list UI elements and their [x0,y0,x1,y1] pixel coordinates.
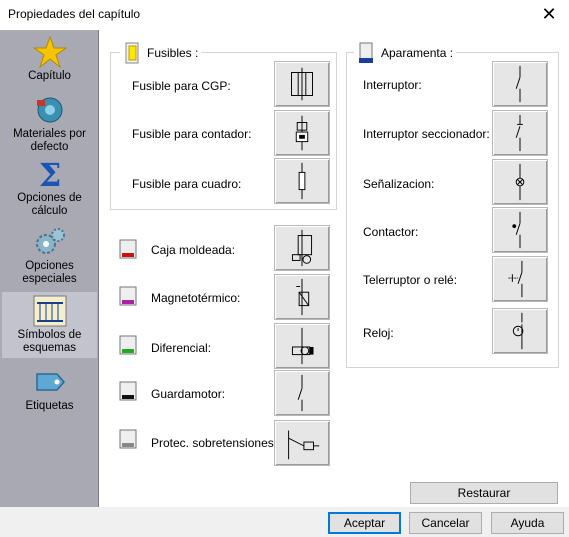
fusible-cgp-label: Fusible para CGP: [132,79,231,93]
title-bar: Propiedades del capítulo ✕ [0,0,569,30]
fusible-cgp-symbol-button[interactable] [274,61,330,107]
schema-symbols-icon [33,295,66,327]
fusible-contador-label: Fusible para contador: [132,127,252,141]
sidebar-item-label: Etiquetas [25,400,74,412]
telerruptor-symbol-button[interactable] [492,256,548,302]
fuse-icon [125,42,139,64]
aparamenta-title: Aparamenta : [381,46,454,60]
restore-defaults-button[interactable]: Restaurar predeterminados [410,482,558,520]
switchgear-icon [359,42,373,63]
diferencial-symbol-button[interactable] [274,323,330,369]
interruptor-seccionador-label: Interruptor seccionador: [363,127,490,141]
sidebar-item-especiales[interactable]: Opciones especiales [2,226,97,288]
cancel-button[interactable]: Cancelar [409,512,482,534]
svg-text:Σ: Σ [38,158,61,190]
sidebar-item-label: Materiales por defecto [13,128,86,153]
help-button[interactable]: Ayuda [491,512,564,534]
magnetotermico-symbol-button[interactable] [274,274,330,320]
motor-guard-icon [119,381,137,401]
sidebar-item-label: Opciones de cálculo [17,192,82,217]
gears-icon [35,228,65,254]
accept-button[interactable]: Aceptar [328,512,401,534]
aparamenta-header: Aparamenta : [354,42,457,64]
fusibles-title: Fusibles : [147,46,199,60]
fusibles-header: Fusibles : [120,42,202,64]
sidebar-item-etiquetas[interactable]: Etiquetas [2,366,97,416]
interruptor-label: Interruptor: [363,78,422,92]
dialog-button-bar: Aceptar Cancelar Ayuda [0,507,569,537]
guardamotor-label: Guardamotor: [151,387,226,401]
window-title: Propiedades del capítulo [8,7,141,21]
fusible-contador-symbol-button[interactable] [274,110,330,156]
interruptor-symbol-button[interactable] [492,61,548,107]
close-button[interactable]: ✕ [537,3,561,25]
breaker-icon [119,239,137,259]
sidebar-item-materiales[interactable]: Materiales por defecto [2,94,97,154]
sidebar-item-label: Símbolos de esquemas [17,329,82,354]
interruptor-seccionador-symbol-button[interactable] [492,110,548,156]
sidebar-item-capitulo[interactable]: Capítulo [2,36,97,94]
magnetothermal-icon [119,286,137,306]
protec-sobretensiones-label: Protec. sobretensiones: [151,436,278,450]
sigma-icon: Σ [38,158,61,190]
sidebar-item-label: Opciones especiales [22,260,77,285]
reloj-symbol-button[interactable] [492,308,548,354]
reloj-label: Reloj: [363,326,394,340]
star-icon [32,36,67,68]
senalizacion-label: Señalizacion: [363,177,435,191]
diferencial-label: Diferencial: [151,341,212,355]
guardamotor-symbol-button[interactable] [274,370,330,416]
surge-protector-icon [119,429,137,449]
sidebar-item-label: Capítulo [28,70,71,82]
telerruptor-label: Telerruptor o relé: [363,273,458,287]
magnetotermico-label: Magnetotérmico: [151,291,241,305]
sidebar-item-simbolos[interactable]: Símbolos de esquemas [2,292,97,358]
differential-icon [119,335,137,355]
content-panel: Fusibles : Fusible para CGP: Fusible par… [100,30,569,520]
sidebar-item-calculo[interactable]: Σ Opciones de cálculo [2,158,97,220]
senalizacion-symbol-button[interactable] [492,159,548,205]
materials-icon [36,97,62,123]
fusible-cuadro-label: Fusible para cuadro: [132,177,242,191]
contactor-label: Contactor: [363,225,419,239]
tag-icon [35,373,65,391]
fusible-cuadro-symbol-button[interactable] [274,158,330,204]
protec-sobretensiones-symbol-button[interactable] [274,420,330,466]
caja-moldeada-symbol-button[interactable] [274,225,330,271]
caja-moldeada-label: Caja moldeada: [151,243,236,257]
sidebar: Capítulo Materiales por defecto Σ Opcion… [0,30,99,507]
contactor-symbol-button[interactable] [492,207,548,253]
